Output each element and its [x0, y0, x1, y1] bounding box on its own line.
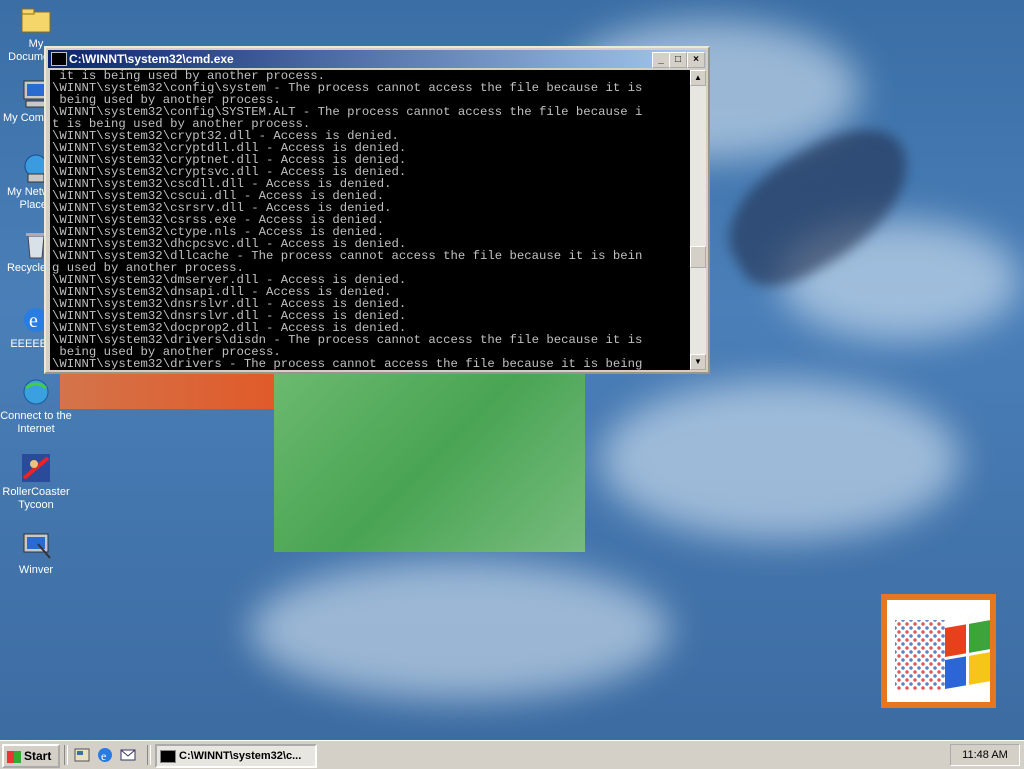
windows-logo-icon: [7, 750, 21, 763]
cmd-window[interactable]: C:\WINNT\system32\cmd.exe _ □ × it is be…: [44, 46, 710, 374]
taskbar-separator: [147, 745, 151, 765]
console-icon: [51, 52, 67, 66]
wallpaper-cloud: [600, 380, 960, 540]
scroll-up-button[interactable]: ▲: [690, 70, 706, 86]
icon-label: Winver: [18, 564, 54, 576]
vertical-scrollbar[interactable]: ▲ ▼: [690, 70, 706, 370]
taskbar-separator: [64, 745, 68, 765]
outlook-express-icon[interactable]: [119, 746, 137, 764]
console-icon: [160, 749, 176, 763]
wallpaper-cloud: [250, 560, 670, 700]
svg-text:e: e: [101, 749, 106, 763]
internet-explorer-icon[interactable]: e: [96, 746, 114, 764]
desktop-icon-rollercoaster-tycoon[interactable]: RollerCoaster Tycoon: [0, 452, 72, 512]
connect-internet-icon: [20, 376, 52, 408]
system-tray-clock[interactable]: 11:48 AM: [950, 744, 1020, 766]
icon-label: RollerCoaster Tycoon: [2, 486, 70, 511]
wallpaper-artifact: [60, 372, 275, 409]
desktop-icon-winver[interactable]: Winver: [0, 530, 72, 577]
taskbar: Start e C:\WINNT\system32\c... 11:48 AM: [0, 740, 1024, 769]
clock: 11:48 AM: [962, 749, 1008, 761]
window-title: C:\WINNT\system32\cmd.exe: [69, 52, 234, 66]
windows-logo-icon: [881, 594, 996, 708]
wallpaper-artifact: [274, 372, 585, 552]
task-label: C:\WINNT\system32\c...: [179, 750, 302, 762]
start-button[interactable]: Start: [2, 744, 60, 768]
winver-icon: [20, 530, 52, 562]
scroll-thumb[interactable]: [690, 246, 706, 268]
console-text: it is being used by another process. \WI…: [50, 70, 690, 370]
window-titlebar[interactable]: C:\WINNT\system32\cmd.exe _ □ ×: [48, 50, 706, 68]
start-label: Start: [24, 749, 52, 763]
minimize-button[interactable]: _: [652, 52, 670, 68]
taskbar-button-cmd[interactable]: C:\WINNT\system32\c...: [155, 744, 317, 768]
scroll-down-button[interactable]: ▼: [690, 354, 706, 370]
show-desktop-icon[interactable]: [73, 746, 91, 764]
folder-icon: [20, 4, 52, 36]
desktop-icon-connect-internet[interactable]: Connect to the Internet: [0, 376, 72, 436]
svg-text:e: e: [29, 310, 38, 332]
console-output[interactable]: it is being used by another process. \WI…: [50, 70, 690, 370]
close-button[interactable]: ×: [687, 52, 705, 68]
console-line: \WINNT\system32\drivers - The process ca…: [52, 357, 643, 370]
icon-label: Connect to the Internet: [0, 410, 72, 435]
rollercoaster-tycoon-icon: [20, 452, 52, 484]
maximize-button[interactable]: □: [669, 52, 687, 68]
